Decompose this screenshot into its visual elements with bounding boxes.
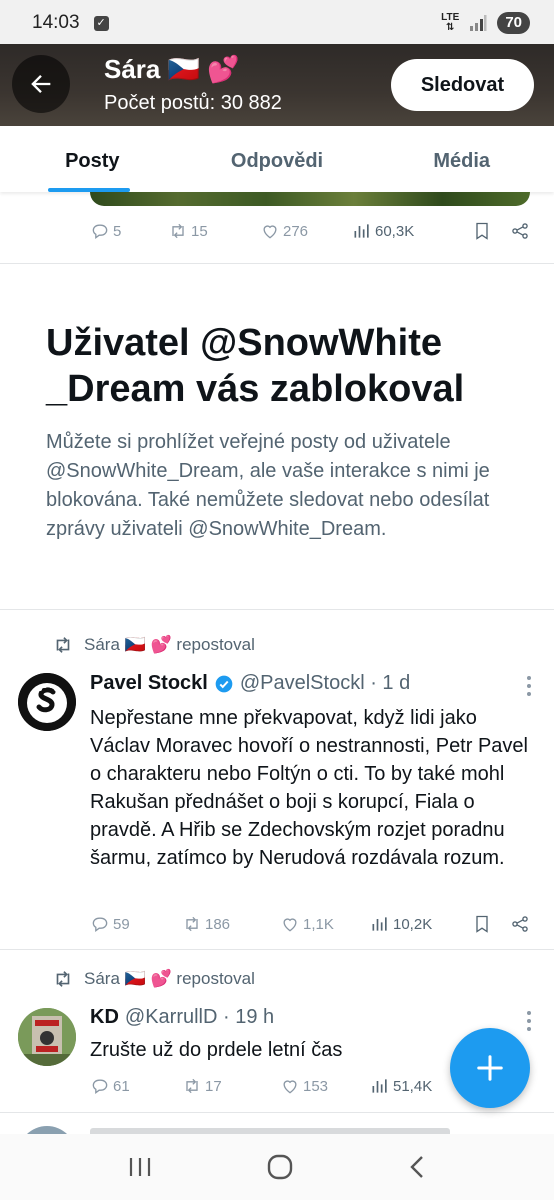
bookmark-icon[interactable] — [472, 221, 492, 241]
avatar[interactable] — [18, 673, 76, 731]
next-post-partial — [0, 1124, 554, 1134]
views-icon — [354, 224, 369, 238]
reply-button[interactable]: 59 — [90, 914, 182, 934]
avatar — [18, 1126, 76, 1134]
blocked-title: Uživatel @SnowWhite _Dream vás zablokova… — [46, 322, 465, 410]
author-name[interactable]: KD — [90, 1006, 119, 1029]
repost-icon — [56, 637, 70, 653]
views-button[interactable]: 51,4K — [370, 1076, 432, 1096]
author-name[interactable]: Pavel Stockl — [90, 672, 208, 695]
post-count: Počet postů: 30 882 — [104, 92, 282, 114]
divider — [0, 263, 554, 264]
arrow-left-icon — [31, 75, 51, 93]
repost-indicator[interactable]: Sára 🇨🇿 💕 repostoval — [52, 968, 255, 990]
reply-icon — [92, 224, 108, 239]
post-actions: 5 15 276 60,3K — [90, 219, 530, 243]
battery-level: 70 — [497, 12, 530, 34]
reply-button[interactable]: 5 — [90, 221, 168, 241]
repost-button[interactable]: 15 — [168, 221, 260, 241]
avatar-photo-icon — [18, 1008, 76, 1066]
avatar[interactable] — [18, 1008, 76, 1066]
network-type: LTE ⇅ — [441, 12, 460, 33]
more-options-button[interactable] — [526, 1011, 532, 1031]
author-handle[interactable]: @PavelStockl · 1 d — [240, 672, 410, 695]
tab-replies[interactable]: Odpovědi — [185, 126, 370, 192]
more-options-button[interactable] — [526, 676, 532, 696]
post-actions: 59 186 1,1K 10,2K — [90, 912, 530, 936]
like-button[interactable]: 276 — [260, 221, 352, 241]
repost-icon — [172, 223, 184, 239]
tab-posts[interactable]: Posty — [0, 126, 185, 192]
views-button[interactable]: 60,3K — [352, 221, 414, 241]
system-nav-bar — [0, 1134, 554, 1200]
reply-icon — [92, 1079, 108, 1094]
repost-icon — [186, 916, 198, 932]
follow-button[interactable]: Sledovat — [391, 59, 534, 111]
tweet-header: KD @KarrullD · 19 h — [90, 1006, 274, 1029]
like-button[interactable]: 153 — [280, 1076, 370, 1096]
profile-header: Sára 🇨🇿 💕 Počet postů: 30 882 Sledovat — [0, 44, 554, 126]
repost-icon — [56, 971, 70, 987]
post-media-image[interactable] — [90, 192, 530, 206]
plus-icon — [477, 1055, 503, 1081]
repost-button[interactable]: 17 — [182, 1076, 280, 1096]
status-bar: 14:03 ✓ LTE ⇅ 70 — [0, 0, 554, 46]
heart-icon — [283, 1080, 297, 1094]
blocked-description: Můžete si prohlížet veřejné posty od uži… — [46, 431, 490, 540]
repost-indicator[interactable]: Sára 🇨🇿 💕 repostoval — [52, 634, 255, 656]
tweet-header: Pavel Stockl @PavelStockl · 1 d — [90, 672, 410, 695]
views-icon — [372, 1079, 387, 1093]
verified-badge-icon — [215, 675, 233, 692]
post-extra-actions — [472, 221, 530, 241]
repost-button[interactable]: 186 — [182, 914, 280, 934]
divider — [0, 1112, 554, 1113]
divider — [0, 949, 554, 950]
signal-icon — [470, 15, 487, 31]
avatar-logo-icon — [18, 673, 76, 731]
repost-icon — [186, 1078, 198, 1094]
bookmark-icon[interactable] — [472, 914, 492, 934]
back-nav-icon[interactable] — [407, 1154, 427, 1180]
home-icon[interactable] — [266, 1153, 294, 1181]
tweet-text: Nepřestane mne překvapovat, když lidi ja… — [90, 707, 528, 869]
compose-button[interactable] — [450, 1028, 530, 1108]
heart-icon — [263, 225, 277, 239]
notification-check-icon: ✓ — [93, 15, 109, 31]
post-extra-actions — [472, 914, 530, 934]
like-button[interactable]: 1,1K — [280, 914, 370, 934]
status-right: LTE ⇅ 70 — [441, 12, 530, 34]
status-time: 14:03 — [32, 12, 80, 33]
share-icon[interactable] — [510, 221, 530, 241]
back-button[interactable] — [12, 55, 70, 113]
recent-apps-icon[interactable] — [127, 1155, 153, 1179]
views-button[interactable]: 10,2K — [370, 914, 432, 934]
profile-name: Sára 🇨🇿 💕 — [104, 54, 240, 84]
views-icon — [372, 917, 387, 931]
tab-media[interactable]: Média — [369, 126, 554, 192]
author-handle[interactable]: @KarrullD · 19 h — [125, 1006, 274, 1029]
reply-button[interactable]: 61 — [90, 1076, 182, 1096]
reply-icon — [92, 917, 108, 932]
heart-icon — [283, 918, 297, 932]
divider — [0, 609, 554, 610]
share-icon[interactable] — [510, 914, 530, 934]
profile-tabs: Posty Odpovědi Média — [0, 126, 554, 192]
